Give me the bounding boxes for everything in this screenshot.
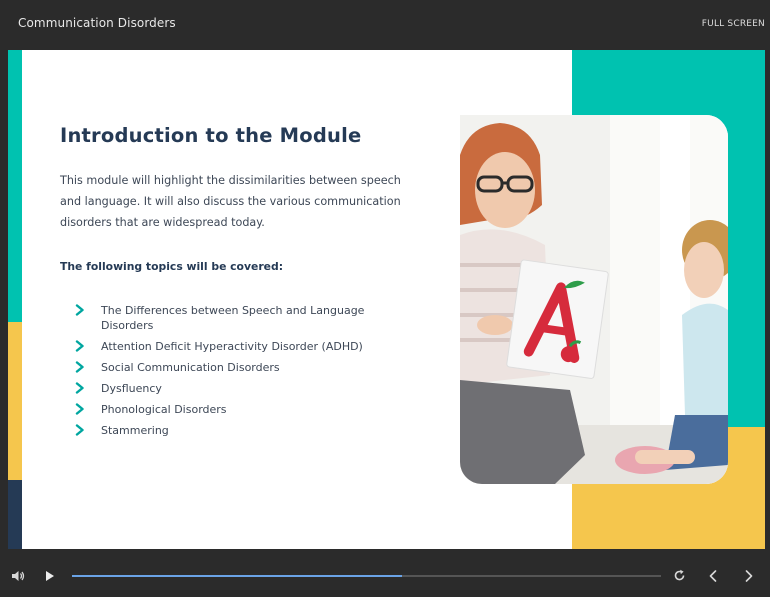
chevron-right-icon — [75, 424, 84, 436]
control-bar — [0, 553, 770, 597]
photo-illustration — [460, 115, 728, 484]
list-item: Stammering — [74, 423, 404, 438]
list-item: Phonological Disorders — [74, 402, 404, 417]
slide: Introduction to the Module This module w… — [8, 50, 765, 549]
fullscreen-button[interactable]: FULL SCREEN — [702, 19, 765, 29]
chevron-right-icon — [75, 403, 84, 415]
list-item: Social Communication Disorders — [74, 360, 404, 375]
slide-title: Introduction to the Module — [60, 124, 362, 147]
chevron-left-icon[interactable] — [708, 570, 718, 582]
course-player: Communication Disorders FULL SCREEN Intr… — [0, 0, 770, 597]
seek-progress — [72, 575, 402, 577]
chevron-right-icon — [75, 304, 84, 316]
chevron-right-icon — [75, 361, 84, 373]
topic-text: Dysfluency — [101, 382, 162, 395]
topics-heading: The following topics will be covered: — [60, 260, 284, 273]
topic-text: Phonological Disorders — [101, 403, 227, 416]
topic-text: Attention Deficit Hyperactivity Disorder… — [101, 340, 363, 353]
yellow-accent-strip — [8, 322, 22, 480]
play-icon[interactable] — [45, 570, 55, 582]
list-item: The Differences between Speech and Langu… — [74, 303, 404, 333]
chevron-right-icon — [75, 340, 84, 352]
volume-icon[interactable] — [11, 570, 25, 582]
topic-text: Social Communication Disorders — [101, 361, 280, 374]
list-item: Dysfluency — [74, 381, 404, 396]
course-title: Communication Disorders — [18, 16, 176, 30]
topic-text: Stammering — [101, 424, 169, 437]
topic-text: The Differences between Speech and Langu… — [101, 304, 365, 332]
teacher-child-photo — [460, 115, 728, 484]
list-item: Attention Deficit Hyperactivity Disorder… — [74, 339, 404, 354]
chevron-right-icon[interactable] — [744, 570, 754, 582]
intro-paragraph: This module will highlight the dissimila… — [60, 174, 401, 229]
topic-list: The Differences between Speech and Langu… — [74, 303, 404, 444]
navy-accent-strip — [8, 480, 22, 549]
seek-bar[interactable] — [72, 575, 661, 577]
chevron-right-icon — [75, 382, 84, 394]
teal-accent-strip — [8, 50, 22, 322]
replay-icon[interactable] — [673, 569, 686, 582]
top-bar: Communication Disorders FULL SCREEN — [0, 0, 770, 50]
